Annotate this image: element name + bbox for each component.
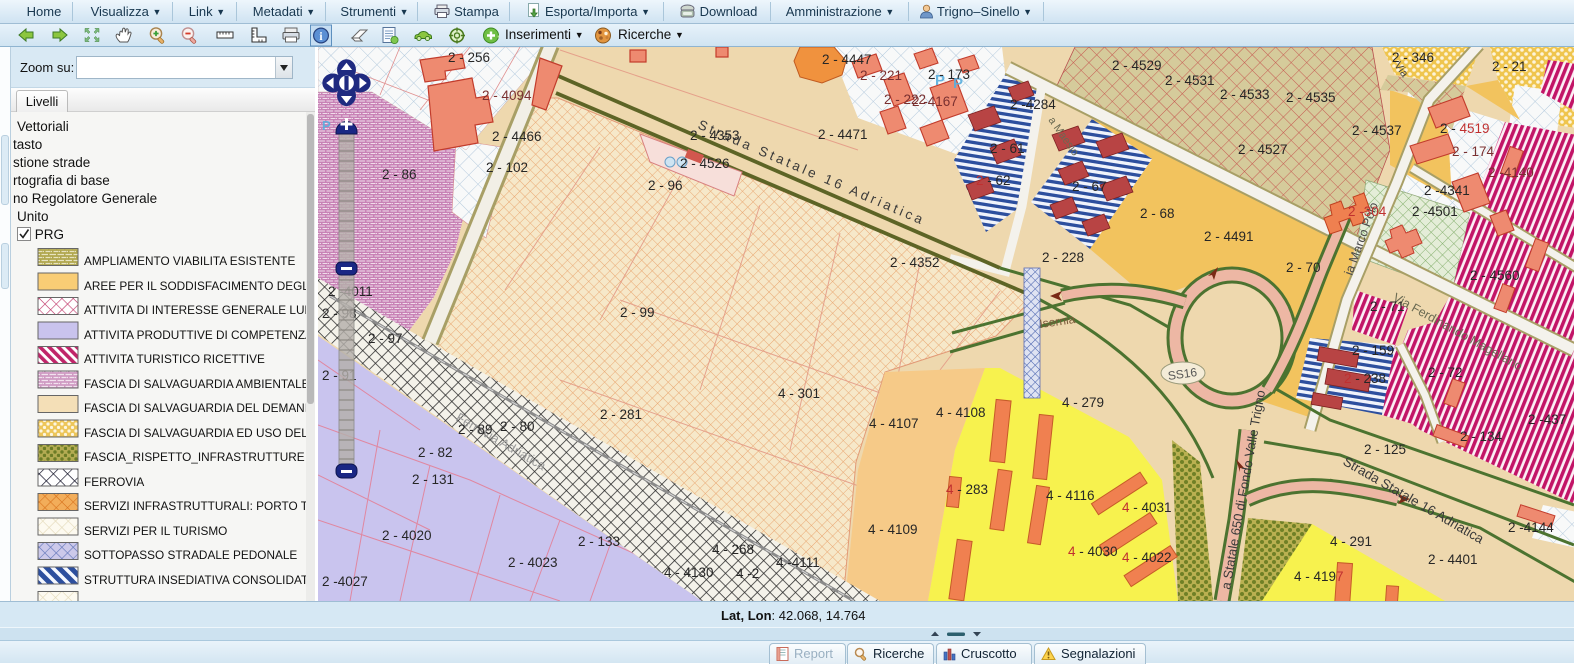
svg-text:2 - 4526: 2 - 4526: [680, 156, 730, 171]
svg-text:2 - 4352: 2 - 4352: [890, 255, 940, 270]
svg-text:4 - 268: 4 - 268: [712, 542, 754, 557]
svg-text:P: P: [322, 118, 331, 133]
svg-text:2 - 80: 2 - 80: [500, 419, 535, 434]
svg-text:2 - 281: 2 - 281: [600, 407, 642, 422]
svg-text:4 - 279: 4 - 279: [1062, 395, 1104, 410]
svg-text:2 -4167: 2 -4167: [912, 94, 958, 109]
svg-text:2 - 61: 2 - 61: [990, 141, 1025, 156]
svg-text:2 - 21: 2 - 21: [1492, 59, 1527, 74]
svg-text:2 - 125: 2 - 125: [1364, 442, 1406, 457]
svg-text:2 - 4531: 2 - 4531: [1165, 73, 1215, 88]
svg-text:2 - 4535: 2 - 4535: [1286, 90, 1336, 105]
svg-text:2 - 238: 2 - 238: [1344, 371, 1386, 386]
svg-text:4 - 4108: 4 - 4108: [936, 405, 986, 420]
svg-text:2 -437: 2 -437: [1528, 412, 1566, 427]
svg-text:2 - 67: 2 - 67: [1072, 179, 1107, 194]
svg-text:4 - 291: 4 - 291: [1330, 534, 1372, 549]
svg-text:4 - 283: 4 - 283: [946, 482, 988, 497]
svg-text:2 - 256: 2 - 256: [448, 50, 490, 65]
svg-text:4 - 4030: 4 - 4030: [1068, 544, 1118, 559]
svg-text:2 -4144: 2 -4144: [1508, 520, 1554, 535]
svg-text:2 - 131: 2 - 131: [412, 472, 454, 487]
svg-text:4 - 301: 4 - 301: [778, 386, 820, 401]
svg-text:4 - 4022: 4 - 4022: [1122, 550, 1172, 565]
svg-text:2 - 99: 2 - 99: [620, 305, 655, 320]
svg-text:2 - 4527: 2 - 4527: [1238, 142, 1288, 157]
svg-text:2 - 97: 2 - 97: [368, 331, 403, 346]
svg-text:2 - 4471: 2 - 4471: [818, 127, 868, 142]
svg-text:2 - 72: 2 - 72: [1428, 365, 1463, 380]
svg-text:2 -4284: 2 -4284: [1010, 97, 1056, 112]
svg-text:2 - 96: 2 - 96: [648, 178, 683, 193]
svg-text:2 - 4094: 2 - 4094: [482, 88, 532, 103]
svg-text:4 - 4116: 4 - 4116: [1046, 488, 1095, 503]
svg-text:2 - 4020: 2 - 4020: [382, 528, 432, 543]
svg-text:2 - 4491: 2 - 4491: [1204, 229, 1254, 244]
svg-text:2 - 228: 2 - 228: [1042, 250, 1084, 265]
svg-text:2 - 4447: 2 - 4447: [822, 52, 872, 67]
svg-text:4 -2: 4 -2: [736, 566, 759, 581]
svg-text:2 - 4401: 2 - 4401: [1428, 552, 1478, 567]
svg-text:2 - 4466: 2 - 4466: [492, 129, 542, 144]
svg-text:2 - 221: 2 - 221: [860, 68, 902, 83]
svg-text:2 - 71: 2 - 71: [1370, 299, 1405, 314]
svg-text:2 - 86: 2 - 86: [382, 167, 417, 182]
svg-text:2 - 134: 2 - 134: [1460, 429, 1503, 444]
svg-text:2 - 4529: 2 - 4529: [1112, 58, 1162, 73]
svg-text:2 - 62: 2 - 62: [976, 173, 1011, 188]
svg-text:4 - 4107: 4 - 4107: [869, 416, 919, 431]
svg-text:4 - 4109: 4 - 4109: [868, 522, 918, 537]
svg-text:2 - 159: 2 - 159: [1352, 343, 1394, 358]
svg-text:2 -4341: 2 -4341: [1424, 183, 1470, 198]
svg-text:2 - 133: 2 - 133: [578, 534, 620, 549]
svg-text:2 - 173: 2 - 173: [928, 67, 970, 82]
svg-text:2 - 4560: 2 - 4560: [1470, 268, 1520, 283]
svg-text:4 - 4130: 4 - 4130: [664, 565, 714, 580]
svg-text:2 - 4353: 2 - 4353: [690, 128, 740, 143]
svg-text:2 - 89: 2 - 89: [458, 422, 493, 437]
svg-text:2 - 174: 2 - 174: [1452, 144, 1495, 159]
svg-text:2 - 102: 2 - 102: [486, 160, 528, 175]
svg-text:2 -4027: 2 -4027: [322, 574, 368, 589]
svg-text:2 -4501: 2 -4501: [1412, 204, 1458, 219]
svg-text:2 - 68: 2 - 68: [1140, 206, 1175, 221]
svg-text:4 - 4197: 4 - 4197: [1294, 569, 1344, 584]
svg-text:2 - 4537: 2 - 4537: [1352, 123, 1402, 138]
svg-text:2 - 346: 2 - 346: [1392, 50, 1434, 65]
svg-text:4 -4111: 4 -4111: [776, 555, 820, 570]
svg-text:2 -4140: 2 -4140: [1488, 165, 1534, 180]
svg-text:2 - 82: 2 - 82: [418, 445, 453, 460]
svg-text:2 - 4533: 2 - 4533: [1220, 87, 1270, 102]
svg-text:2 - 70: 2 - 70: [1286, 260, 1321, 275]
svg-text:2 - 4023: 2 - 4023: [508, 555, 558, 570]
svg-text:4 - 4031: 4 - 4031: [1122, 500, 1172, 515]
svg-text:2 - 4519: 2 - 4519: [1440, 121, 1490, 136]
svg-text:2 -304: 2 -304: [1348, 204, 1387, 219]
